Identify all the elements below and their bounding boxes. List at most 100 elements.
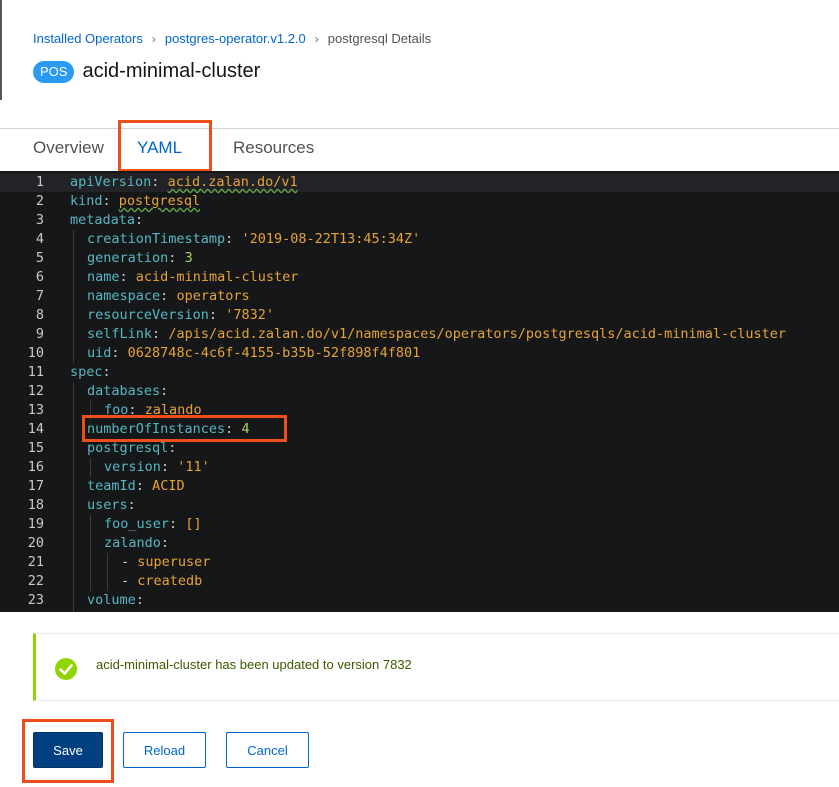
yaml-value: /apis/acid.zalan.do/v1/namespaces/operat… [168,326,787,342]
line-number: 22 [27,573,44,589]
code-text: databases: [87,382,168,401]
line-number: 23 [27,592,44,608]
code-text: creationTimestamp: '2019-08-22T13:45:34Z… [87,230,420,249]
code-line[interactable]: 3 metadata: [0,211,839,230]
yaml-value: operators [176,288,250,304]
annotation-box-save-button [22,719,114,783]
code-line[interactable]: 7 namespace: operators [0,287,839,306]
yaml-editor[interactable]: 1 apiVersion: acid.zalan.do/v1 2 kind: post… [0,171,839,612]
code-line[interactable]: 6 name: acid-minimal-cluster [0,268,839,287]
line-number: 5 [35,250,44,266]
breadcrumb-operator[interactable]: postgres-operator.v1.2.0 [165,31,306,46]
check-circle-icon [55,658,77,680]
code-line[interactable]: 22 - createdb [0,572,839,591]
yaml-key: generation [87,250,169,266]
yaml-key: apiVersion [70,174,152,190]
code-line[interactable]: 10 uid: 0628748c-4c6f-4155-b35b-52f898f4f… [0,344,839,363]
code-line[interactable]: 18 users: [0,496,839,515]
resource-badge: POS [33,60,75,83]
code-line[interactable]: 12 databases: [0,382,839,401]
code-text: spec: [70,363,111,382]
yaml-key: foo_user [104,516,170,532]
page-header: POS acid-minimal-cluster [33,60,260,83]
line-number: 18 [27,497,44,513]
yaml-value: 0628748c-4c6f-4155-b35b-52f898f4f801 [127,345,421,361]
list-value: createdb [137,573,203,589]
code-line[interactable]: 8 resourceVersion: '7832' [0,306,839,325]
annotation-box-number-of-instances [82,415,287,442]
yaml-key: teamId [87,478,136,494]
yaml-colon: : [208,307,218,323]
code-text: apiVersion: acid.zalan.do/v1 [70,173,298,192]
chevron-right-icon: › [151,31,156,46]
indent-guide [107,553,108,591]
line-number: 9 [35,326,44,342]
code-line[interactable]: 11 spec: [0,363,839,382]
code-text: resourceVersion: '7832' [87,306,274,325]
yaml-key: kind [70,193,103,209]
line-number: 12 [27,383,44,399]
code-text: volume: [87,591,144,610]
yaml-key: volume [87,592,136,608]
yaml-colon: : [135,478,144,494]
list-dash: - [121,554,138,570]
line-number: 4 [35,231,44,247]
breadcrumb-installed-operators[interactable]: Installed Operators [33,31,143,46]
yaml-key: metadata [70,212,136,228]
yaml-colon: : [168,250,177,266]
code-line[interactable]: 16 version: '11' [0,458,839,477]
yaml-value: '2019-08-22T13:45:34Z' [241,231,421,247]
line-number: 6 [35,269,44,285]
yaml-key: name [87,269,120,285]
indent-guide [90,458,91,477]
code-line[interactable]: 21 - superuser [0,553,839,572]
tab-overview[interactable]: Overview [33,138,104,158]
list-dash: - [121,573,138,589]
line-number: 8 [35,307,44,323]
code-text: generation: 3 [87,249,193,268]
line-number: 3 [35,212,44,228]
line-number: 13 [27,402,44,418]
code-text: zalando: [104,534,169,553]
yaml-value: '11' [177,459,210,475]
code-line[interactable]: 17 teamId: ACID [0,477,839,496]
code-line[interactable]: 9 selfLink: /apis/acid.zalan.do/v1/namesp… [0,325,839,344]
code-line[interactable]: 1 apiVersion: acid.zalan.do/v1 [0,173,839,192]
yaml-key: uid [87,345,112,361]
line-number: 11 [27,364,44,380]
yaml-key: namespace [87,288,161,304]
yaml-value: [] [185,516,202,532]
yaml-key: selfLink [87,326,153,342]
reload-button[interactable]: Reload [123,732,206,768]
yaml-colon: : [152,326,161,342]
yaml-key: spec [70,364,103,380]
tab-resources[interactable]: Resources [233,138,314,158]
line-number: 10 [27,345,44,361]
code-line[interactable]: 5 generation: 3 [0,249,839,268]
yaml-value: postgresql [118,193,201,209]
page-title: acid-minimal-cluster [82,60,261,82]
yaml-key: databases [87,383,161,399]
cancel-button[interactable]: Cancel [226,732,309,768]
yaml-key: creationTimestamp [87,231,226,247]
yaml-key: resourceVersion [87,307,209,323]
code-text: metadata: [70,211,143,230]
code-line[interactable]: 20 zalando: [0,534,839,553]
code-text: version: '11' [104,458,210,477]
yaml-key: users [87,497,128,513]
code-line[interactable]: 19 foo_user: [] [0,515,839,534]
window-edge [0,0,2,100]
indent-guide [73,230,74,363]
line-number: 20 [27,535,44,551]
line-number: 15 [27,440,44,456]
code-text: uid: 0628748c-4c6f-4155-b35b-52f898f4f80… [87,344,420,363]
code-line[interactable]: 2 kind: postgresql [0,192,839,211]
line-number: 2 [35,193,44,209]
yaml-colon: : [119,269,128,285]
code-line[interactable]: 4 creationTimestamp: '2019-08-22T13:45:34… [0,230,839,249]
code-line[interactable]: 23 volume: [0,591,839,610]
code-text: name: acid-minimal-cluster [87,268,298,287]
yaml-value: acid.zalan.do/v1 [167,174,298,190]
yaml-colon: : [225,231,234,247]
indent-guide [73,382,74,612]
